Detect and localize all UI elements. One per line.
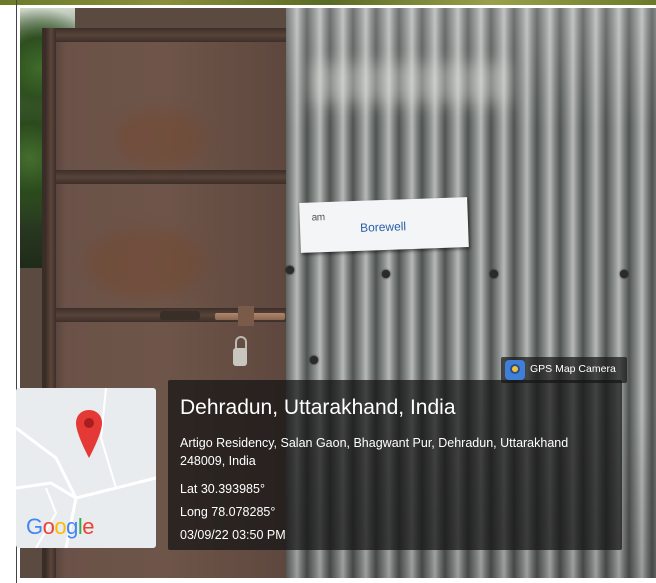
place-name: Dehradun, Uttarakhand, India [180, 396, 456, 419]
door-top-rail [46, 28, 308, 42]
sheet-stain [310, 63, 510, 103]
map-pin-icon [76, 410, 102, 458]
sign-logo: am [311, 212, 325, 224]
padlock [233, 348, 247, 366]
bolt [286, 266, 294, 274]
address-line-1: Artigo Residency, Salan Gaon, Bhagwant P… [180, 436, 569, 450]
bolt [620, 270, 628, 278]
door-rail [46, 170, 308, 184]
datetime: 03/09/22 03:50 PM [180, 528, 286, 542]
location-info-box: Dehradun, Uttarakhand, India Artigo Resi… [168, 380, 622, 550]
longitude: Long 78.078285° [180, 505, 276, 519]
latch-handle [160, 311, 200, 320]
top-photo-strip [0, 0, 656, 5]
google-logo: Google [26, 514, 95, 539]
latitude: Lat 30.393985° [180, 482, 265, 496]
address-line-2: 248009, India [180, 454, 256, 468]
rust-patch [116, 108, 206, 168]
sign-label: Borewell [359, 219, 407, 235]
latch-plate [238, 306, 254, 326]
bolt [310, 356, 318, 364]
bolt [382, 270, 390, 278]
gps-map-camera-icon [505, 360, 525, 380]
map-thumbnail: Google [16, 388, 156, 548]
screenshot-frame: am Borewell GPS Map Camera Google Dehrad… [0, 0, 656, 583]
borewell-sign: am Borewell [299, 197, 469, 253]
gps-app-name: GPS Map Camera [530, 363, 616, 375]
rust-patch [86, 228, 206, 298]
bolt [490, 270, 498, 278]
